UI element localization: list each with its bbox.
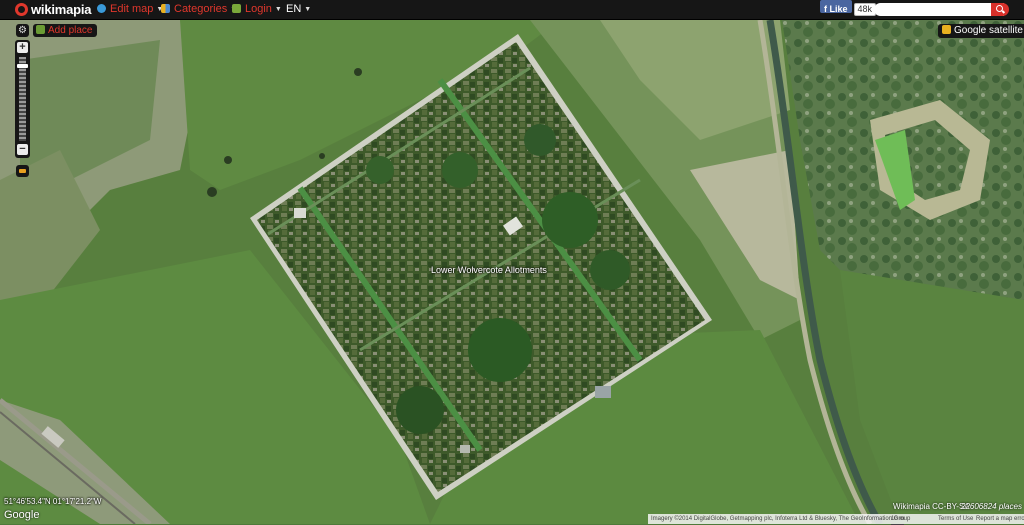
wikimapia-logo-icon (15, 3, 28, 16)
map-type-button[interactable]: Google satellite (938, 24, 1024, 38)
settings-gear-icon[interactable]: ⚙ (16, 24, 29, 37)
search-input[interactable] (874, 3, 1004, 16)
cursor-coordinates: 51°46'53.4"N 01°17'21.2"W (4, 497, 102, 506)
zoom-slider-track[interactable] (19, 57, 26, 141)
zoom-control: + − (15, 40, 30, 158)
place-label[interactable]: Lower Wolvercote Allotments (431, 265, 547, 275)
search-button[interactable] (991, 3, 1009, 16)
login-icon (232, 4, 241, 13)
categories-icon (161, 4, 170, 13)
terms-link[interactable]: Terms of Use (938, 514, 973, 524)
login-menu[interactable]: Login ▼ (232, 0, 282, 19)
language-menu[interactable]: EN ▼ (286, 0, 311, 19)
license-text: Wikimapia CC-BY-SA (893, 502, 970, 511)
attribution-bar: Imagery ©2014 DigitalGlobe, Getmapping p… (648, 514, 1024, 525)
zoom-in-button[interactable]: + (17, 42, 28, 53)
zoom-slider-handle[interactable] (17, 64, 28, 68)
report-error-link[interactable]: Report a map error (976, 514, 1024, 524)
map-layer-icon (942, 25, 951, 34)
categories-menu[interactable]: Categories▼ (161, 0, 237, 19)
facebook-like-count: 48k (853, 3, 877, 16)
google-logo: Google (4, 509, 40, 521)
place-count: 22606824 places (961, 502, 1022, 511)
facebook-like-button[interactable]: f Like (820, 0, 852, 14)
map-scale: 10 m (891, 514, 905, 525)
zoom-out-button[interactable]: − (17, 144, 28, 155)
imagery-attribution: Imagery ©2014 DigitalGlobe, Getmapping p… (651, 516, 911, 522)
facebook-like[interactable]: f Like 48k (820, 0, 877, 19)
globe-icon (97, 4, 106, 13)
edit-map-menu[interactable]: Edit map ▼ (97, 0, 163, 19)
ruler-tool-icon[interactable] (16, 165, 29, 177)
wikimapia-logo[interactable]: wikimapia (15, 0, 92, 19)
add-place-button[interactable]: Add place (33, 24, 98, 37)
add-place-icon (36, 25, 45, 34)
top-navigation-bar: wikimapia Edit map▼ Categories▼ Login▼ E… (0, 0, 1024, 20)
